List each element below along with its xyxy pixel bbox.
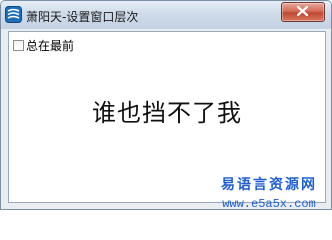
title-bar[interactable]: 萧阳天-设置窗口层次: [1, 1, 331, 29]
app-logo-icon: [5, 6, 22, 23]
watermark-url: www.e5a5x.com: [222, 197, 316, 210]
close-button[interactable]: [281, 2, 325, 22]
watermark-site-name: 易语言资源网: [221, 177, 317, 193]
always-on-top-checkbox[interactable]: 总在最前: [13, 37, 74, 53]
window-title: 萧阳天-设置窗口层次: [26, 10, 139, 24]
always-on-top-label: 总在最前: [26, 38, 75, 53]
close-icon: [297, 6, 308, 16]
app-window: 萧阳天-设置窗口层次 总在最前 谁也挡不了我 易语言资源网 www.e5a5x.…: [0, 0, 332, 210]
checkbox-box[interactable]: [13, 39, 24, 51]
watermark: 易语言资源网 www.e5a5x.com: [221, 174, 317, 210]
client-area: 总在最前 谁也挡不了我 易语言资源网 www.e5a5x.com: [8, 31, 326, 209]
main-label: 谁也挡不了我: [92, 99, 242, 127]
